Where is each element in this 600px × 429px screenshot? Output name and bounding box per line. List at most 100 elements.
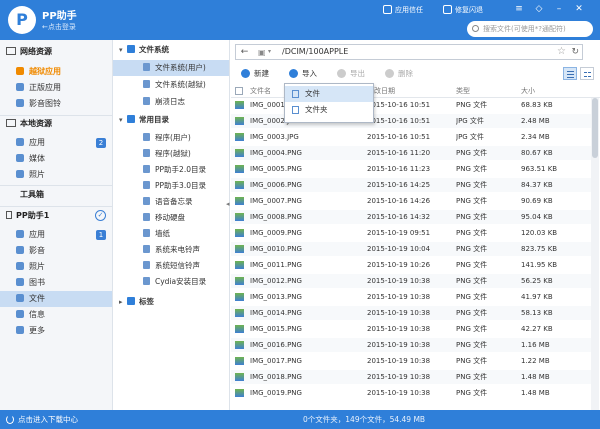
tree-item-common[interactable]: 移动硬盘 <box>113 210 229 226</box>
power-icon[interactable] <box>6 415 14 424</box>
file-size: 58.13 KB <box>521 309 553 317</box>
column-filename[interactable]: 文件名 <box>250 84 271 98</box>
section-network-resources[interactable]: 网络资源 <box>0 44 112 60</box>
sidebar-item-device-more[interactable]: 更多 <box>0 323 112 339</box>
table-row[interactable]: IMG_0017.PNG 2015-10-19 10:38 PNG 文件 1.22 M… <box>231 354 591 368</box>
sidebar-item-media-ringtones[interactable]: 影音图铃 <box>0 96 112 112</box>
pp-logo-icon[interactable]: P <box>8 6 36 34</box>
sidebar-item-device-files[interactable]: 文件 <box>0 291 112 307</box>
table-row[interactable]: IMG_0006.PNG 2015-10-16 14:25 PNG 文件 84.37 … <box>231 178 591 192</box>
tree-heading-common[interactable]: ▾ 常用目录 <box>113 112 229 128</box>
menu-item-new-folder[interactable]: 文件夹 <box>285 102 373 118</box>
close-icon[interactable]: ✕ <box>572 3 586 15</box>
vertical-scrollbar[interactable] <box>591 98 599 410</box>
tree-item-common[interactable]: 系统来电铃声 <box>113 242 229 258</box>
sidebar-item-device-media[interactable]: 影音 <box>0 243 112 259</box>
sidebar-item-local-media[interactable]: 媒体 <box>0 151 112 167</box>
tree-item-common[interactable]: 程序(用户) <box>113 130 229 146</box>
list-view-icon[interactable] <box>563 67 577 80</box>
modified-date: 2015-10-16 14:26 <box>367 197 431 205</box>
file-summary: 0个文件夹，149个文件，54.49 MB <box>303 415 426 424</box>
section-toolbox[interactable]: 工具箱 <box>0 187 112 203</box>
jailbreak-apps-icon <box>16 67 24 75</box>
file-size: 90.69 KB <box>521 197 553 205</box>
sidebar-item-device-books[interactable]: 图书 <box>0 275 112 291</box>
table-row[interactable]: IMG_0014.PNG 2015-10-19 10:38 PNG 文件 58.13 … <box>231 306 591 320</box>
table-row[interactable]: IMG_0013.PNG 2015-10-19 10:38 PNG 文件 41.97 … <box>231 290 591 304</box>
tree-item-common[interactable]: 系统短信铃声 <box>113 258 229 274</box>
grid-view-icon[interactable] <box>580 67 594 80</box>
new-button[interactable]: 新建 <box>241 67 269 81</box>
sidebar-item-device-messages[interactable]: 信息 <box>0 307 112 323</box>
export-button[interactable]: 导出 <box>337 67 365 81</box>
tree-heading-filesystem[interactable]: ▾ 文件系统 <box>113 42 229 58</box>
menu-icon[interactable]: ≡ <box>512 3 526 15</box>
tree-item-common[interactable]: 墙纸 <box>113 226 229 242</box>
table-row[interactable]: IMG_0015.PNG 2015-10-19 10:38 PNG 文件 42.27 … <box>231 322 591 336</box>
search-placeholder: 搜索文件(可使用*?通配符) <box>483 25 566 33</box>
table-row[interactable]: IMG_0005.PNG 2015-10-16 11:23 PNG 文件 963.51… <box>231 162 591 176</box>
app-trust-button[interactable]: 应用信任 <box>383 5 423 15</box>
column-type[interactable]: 类型 <box>456 84 470 98</box>
tree-item-crash-logs[interactable]: 崩溃日志 <box>113 94 229 110</box>
delete-label: 删除 <box>398 69 413 78</box>
tree-item-common[interactable]: 程序(越狱) <box>113 146 229 162</box>
column-size[interactable]: 大小 <box>521 84 535 98</box>
scrollbar-thumb[interactable] <box>592 98 598 158</box>
tree-item-filesystem-jailbreak[interactable]: 文件系统(越狱) <box>113 77 229 93</box>
count-badge: 1 <box>96 230 106 240</box>
search-input[interactable]: 搜索文件(可使用*?通配符) <box>467 21 593 37</box>
sidebar-item-device-apps[interactable]: 应用 1 <box>0 227 112 243</box>
table-row[interactable]: IMG_0003.JPG 2015-10-16 10:51 JPG 文件 2.34 M… <box>231 130 591 144</box>
table-row[interactable]: IMG_0007.PNG 2015-10-16 14:26 PNG 文件 90.69 … <box>231 194 591 208</box>
tree-item-label: PP助手3.0目录 <box>155 181 206 190</box>
star-icon[interactable]: ☆ <box>557 45 566 59</box>
tree-heading-bookmarks[interactable]: ▸ 标签 <box>113 294 229 310</box>
sidebar-item-genuine-apps[interactable]: 正版应用 <box>0 80 112 96</box>
import-button[interactable]: 导入 <box>289 67 317 81</box>
table-row[interactable]: IMG_0010.PNG 2015-10-19 10:04 PNG 文件 823.75… <box>231 242 591 256</box>
table-row[interactable]: IMG_0004.PNG 2015-10-16 11:20 PNG 文件 80.67 … <box>231 146 591 160</box>
tree-item-common[interactable]: Cydia安装目录 <box>113 274 229 290</box>
section-device[interactable]: PP助手1 ✓ <box>0 208 112 224</box>
login-link[interactable]: ←点击登录 <box>42 22 76 32</box>
section-local-resources[interactable]: 本地资源 <box>0 116 112 132</box>
sidebar-item-local-photos[interactable]: 照片 <box>0 167 112 183</box>
tree-item-filesystem-user[interactable]: 文件系统(用户) <box>113 60 229 76</box>
tree-item-common[interactable]: PP助手3.0目录 <box>113 178 229 194</box>
export-label: 导出 <box>350 69 365 78</box>
modified-date: 2015-10-16 10:51 <box>367 117 431 125</box>
table-row[interactable]: IMG_0009.PNG 2015-10-19 09:51 PNG 文件 120.03… <box>231 226 591 240</box>
sidebar-item-label: 更多 <box>29 326 45 335</box>
delete-button[interactable]: 删除 <box>385 67 413 81</box>
select-all-checkbox[interactable] <box>235 87 243 95</box>
sidebar-item-device-photos[interactable]: 照片 <box>0 259 112 275</box>
chevron-down-icon[interactable]: ▾ <box>268 45 271 59</box>
address-bar[interactable]: ← ▣ ▾ /DCIM/100APPLE ☆ ↻ <box>235 44 583 60</box>
table-row[interactable]: IMG_0008.PNG 2015-10-16 14:32 PNG 文件 95.04 … <box>231 210 591 224</box>
app-icon <box>143 133 150 141</box>
table-row[interactable]: IMG_0016.PNG 2015-10-19 10:38 PNG 文件 1.16 M… <box>231 338 591 352</box>
sidebar-item-local-apps[interactable]: 应用 2 <box>0 135 112 151</box>
fix-crash-button[interactable]: 修复闪退 <box>443 5 483 15</box>
table-row[interactable]: IMG_0018.PNG 2015-10-19 10:38 PNG 文件 1.48 M… <box>231 370 591 384</box>
sidebar-item-jailbreak-apps[interactable]: 越狱应用 <box>0 64 112 80</box>
table-row[interactable]: IMG_0011.PNG 2015-10-19 10:26 PNG 文件 141.95… <box>231 258 591 272</box>
modified-date: 2015-10-19 10:26 <box>367 261 431 269</box>
tree-heading-label: 标签 <box>139 297 154 306</box>
tree-item-common[interactable]: PP助手2.0目录 <box>113 162 229 178</box>
tree-item-common[interactable]: 语音备忘录 <box>113 194 229 210</box>
current-path[interactable]: /DCIM/100APPLE <box>282 45 348 59</box>
minimize-icon[interactable]: – <box>552 3 566 15</box>
tree-item-label: Cydia安装目录 <box>155 277 207 286</box>
collapse-panel-icon[interactable]: ◂ <box>226 200 230 214</box>
caret-down-icon: ▾ <box>119 46 123 54</box>
download-center-link[interactable]: 点击进入下载中心 <box>18 410 78 429</box>
file-size: 41.97 KB <box>521 293 553 301</box>
menu-item-new-file[interactable]: 文件 <box>285 86 373 102</box>
skin-icon[interactable]: ◇ <box>532 3 546 15</box>
refresh-icon[interactable]: ↻ <box>571 45 579 59</box>
back-arrow-icon[interactable]: ← <box>238 46 251 58</box>
table-row[interactable]: IMG_0019.PNG 2015-10-19 10:38 PNG 文件 1.48 M… <box>231 386 591 400</box>
table-row[interactable]: IMG_0012.PNG 2015-10-19 10:38 PNG 文件 56.25 … <box>231 274 591 288</box>
